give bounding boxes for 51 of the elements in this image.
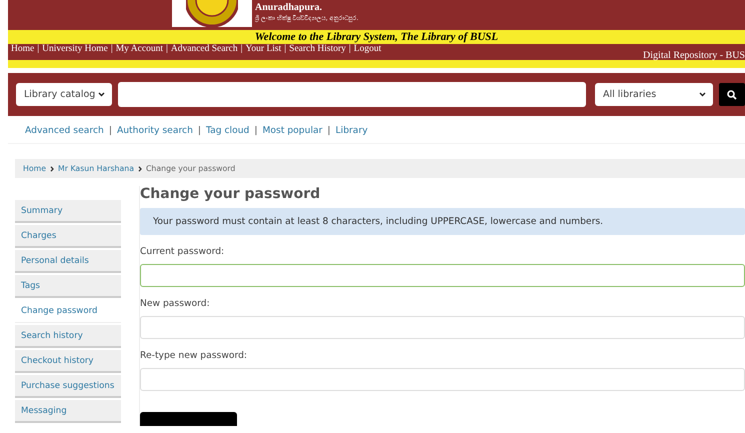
sidebar-item[interactable]: Messaging (15, 400, 121, 423)
page-title: Change your password (140, 186, 322, 204)
separator: | (326, 125, 332, 138)
quick-link[interactable]: Library (336, 125, 368, 143)
sidebar-item[interactable]: Tags (15, 275, 121, 298)
repository-link[interactable]: Digital Repository - BUS (643, 50, 745, 60)
sidebar-item[interactable]: Search history (15, 325, 121, 348)
chevron-right-icon (50, 166, 54, 172)
chevron-down-icon (699, 92, 706, 97)
nav-link[interactable]: Home (11, 44, 34, 60)
separator: | (253, 125, 258, 138)
catalog-select[interactable]: Library catalog (16, 83, 112, 106)
sidebar-item[interactable]: Purchase suggestions (15, 375, 121, 398)
nav-link[interactable]: Advanced Search (170, 44, 238, 60)
password-field[interactable] (140, 264, 745, 287)
sidebar-item[interactable]: Checkout history (15, 350, 121, 373)
sidebar-item[interactable]: Summary (15, 200, 121, 223)
separator: | (164, 44, 169, 56)
search-field[interactable] (118, 82, 586, 107)
separator: | (36, 44, 40, 56)
password-field[interactable] (140, 316, 745, 339)
quick-link[interactable]: Authority search (116, 125, 193, 143)
password-field[interactable] (140, 368, 745, 391)
nav-link[interactable]: Your List (246, 44, 282, 60)
sidebar-item[interactable]: Personal details (15, 250, 121, 273)
separator: | (196, 125, 202, 138)
quick-link[interactable]: Advanced search (25, 125, 104, 143)
search-button[interactable] (719, 83, 745, 106)
field-label: Current password: (140, 246, 226, 257)
search-icon (727, 90, 737, 100)
university-name: Anuradhapura. (255, 2, 323, 13)
nav-link[interactable]: My Account (116, 44, 163, 60)
separator: | (348, 44, 352, 56)
quick-link[interactable]: Tag cloud (206, 125, 250, 143)
password-notice: Your password must contain at least 8 characters, including UPPERCASE, lowercase and numbers. (140, 208, 745, 235)
chevron-right-icon (138, 166, 142, 172)
library-select[interactable]: All libraries (595, 83, 713, 106)
chevron-down-icon (98, 92, 105, 97)
quick-link[interactable]: Most popular (262, 125, 322, 143)
nav-link[interactable]: Logout (354, 44, 382, 60)
field-label: Re-type new password: (140, 350, 248, 361)
separator: | (110, 44, 114, 56)
separator: | (240, 44, 244, 56)
nav-link[interactable]: University Home (42, 44, 108, 60)
nav-link[interactable]: Search History (289, 44, 346, 60)
submit-button[interactable] (140, 412, 237, 426)
separator: | (108, 125, 113, 138)
separator: | (283, 44, 288, 56)
field-label: New password: (140, 298, 211, 309)
sidebar-item[interactable]: Charges (15, 225, 121, 248)
welcome-banner: Welcome to the Library System, The Library of BUSL (8, 30, 745, 44)
